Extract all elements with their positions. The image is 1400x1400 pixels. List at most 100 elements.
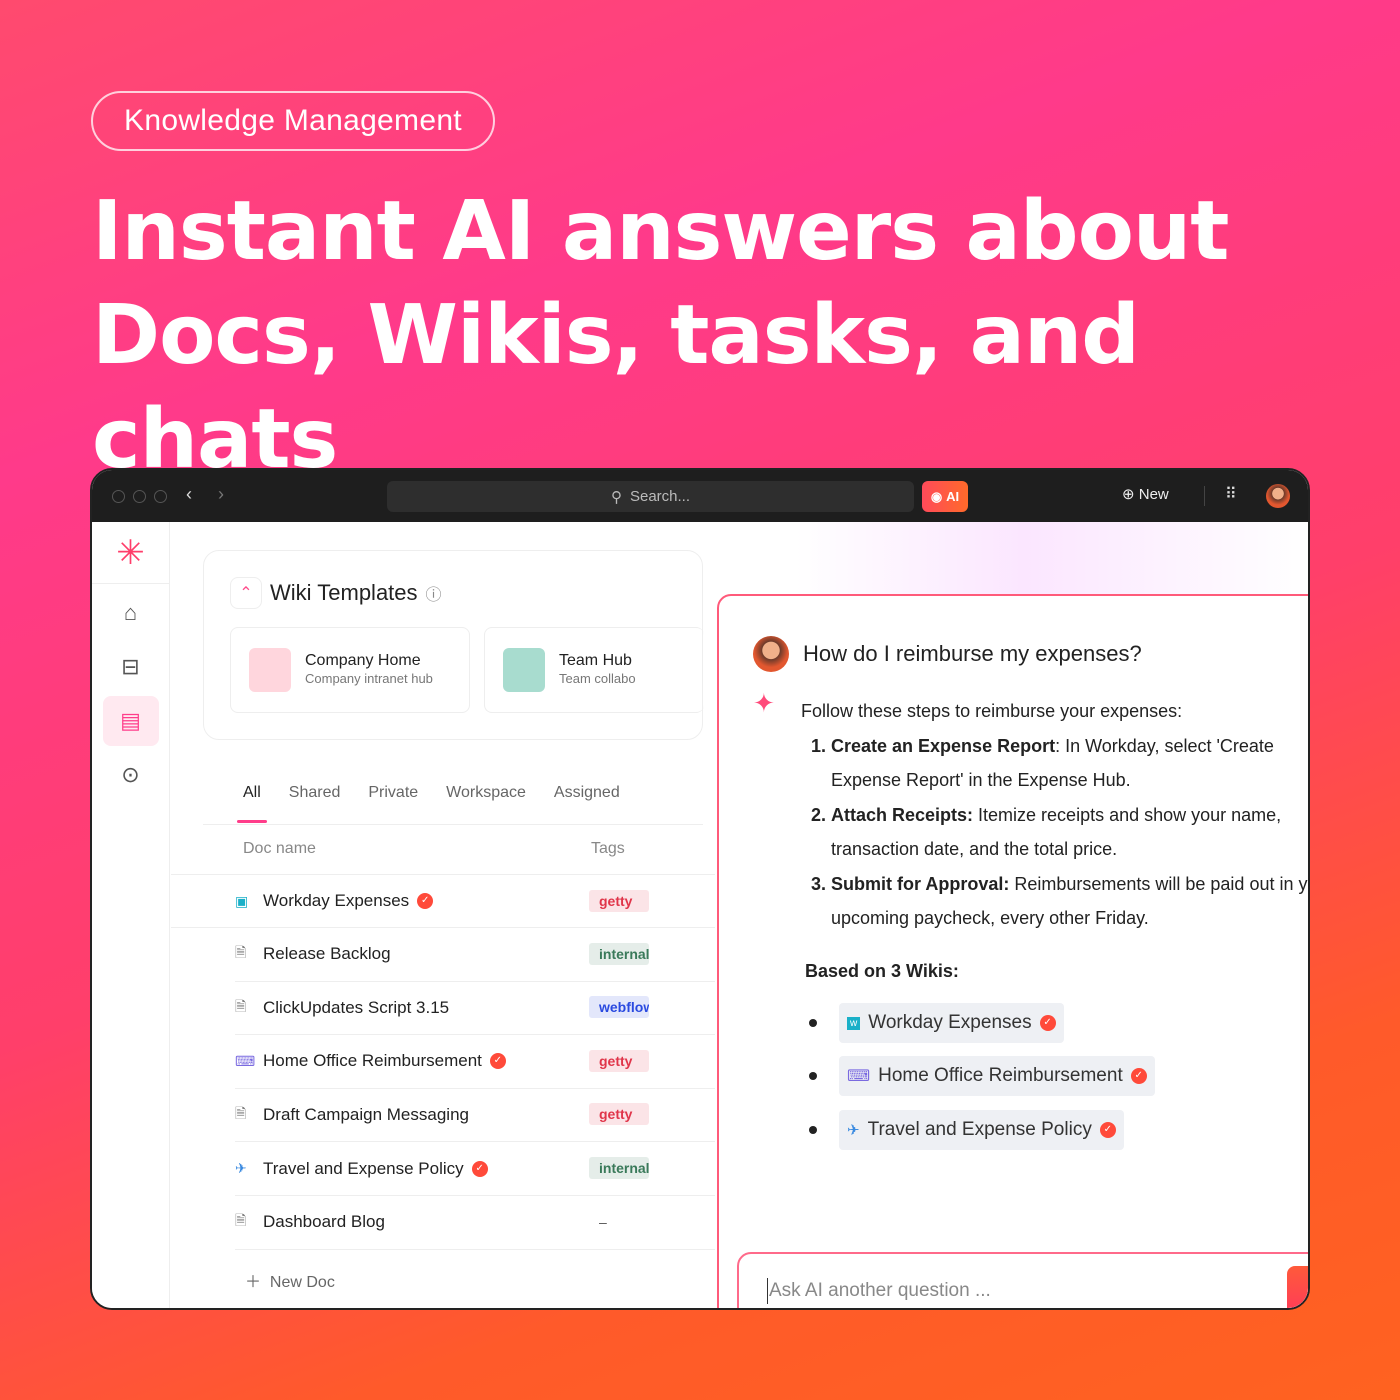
doc-icon: 🗎 [235,997,247,1014]
send-button[interactable]: ↑ [1287,1266,1309,1308]
back-icon[interactable]: ‹ [186,484,192,505]
doc-tag[interactable]: getty [589,1103,649,1126]
workday-icon: w [847,1016,861,1030]
doc-tag[interactable]: getty [589,1049,649,1072]
new-button[interactable]: ⊕ New [1122,485,1169,503]
ai-question: How do I reimburse my expenses? [803,641,1142,666]
doc-row[interactable]: 🗎 Dashboard Blog – [235,1196,715,1250]
workday-icon: ▣ [235,892,249,909]
search-input[interactable]: ⚲ Search... [387,481,914,512]
headline: Instant AI answers about Docs, Wikis, ta… [92,180,1400,492]
headline-line: Instant AI answers about [92,184,1230,279]
tab-shared[interactable]: Shared [289,784,341,802]
verified-icon: ✓ [471,1160,488,1177]
verified-icon: ✓ [1130,1068,1147,1084]
plane-icon: ✈ [847,1122,860,1139]
column-doc-name[interactable]: Doc name [243,840,316,858]
answer-step: Submit for Approval: Reimbursements will… [831,867,1308,936]
ai-label: AI [946,489,960,504]
answer-intro: Follow these steps to reimburse your exp… [801,701,1183,721]
plane-icon: ✈ [235,1160,247,1176]
input-placeholder: Ask AI another question ... [769,1280,991,1301]
verified-icon: ✓ [489,1053,506,1070]
home-icon[interactable]: ⌂ [103,588,159,638]
inbox-icon[interactable]: ⊟ [103,642,159,692]
tab-assigned[interactable]: Assigned [554,784,620,802]
source-item: w Workday Expenses ✓ [809,1003,1064,1043]
doc-row[interactable]: 🗎 Draft Campaign Messaging getty [235,1088,715,1143]
new-doc-button[interactable]: ＋ New Doc [245,1268,335,1292]
source-link[interactable]: w Workday Expenses ✓ [839,1003,1064,1043]
keyboard-icon: ⌨ [847,1068,871,1085]
clickup-logo-icon[interactable]: ✳ [92,522,169,584]
verified-icon: ✓ [417,893,434,909]
new-label: New [1138,486,1169,503]
sidebar: ✳ ⌂ ⊟ ▤ ⊙ [92,522,170,1308]
ai-button[interactable]: ◉ AI [922,481,968,512]
tab-workspace[interactable]: Workspace [446,784,526,802]
verified-icon: ✓ [1099,1122,1116,1138]
wiki-templates-card: ⌃ Wiki Templates ⓘ Company Home Company int… [203,550,704,740]
templates-title: Wiki Templates [270,580,418,605]
doc-row[interactable]: ✈ Travel and Expense Policy ✓ internal [235,1142,715,1196]
doc-row[interactable]: ▣ Workday Expenses ✓ getty [171,874,715,928]
doc-name: Workday Expenses [263,891,410,910]
doc-icon: 🗎 [235,1212,247,1229]
user-avatar [753,636,789,672]
info-icon[interactable]: ⓘ [426,581,442,605]
ai-icon: ◉ [930,488,943,504]
doc-row[interactable]: 🗎 Release Backlog internal [235,928,715,982]
app-window: ‹ › ⚲ Search... ◉ AI ⊕ New ⠿ ✳ ⌂ ⊟ ▤ ⊙ ⌃ Wi… [90,468,1310,1310]
doc-tag[interactable]: internal [589,942,649,965]
ai-answer: Follow these steps to reimburse your exp… [801,694,1308,936]
plus-icon: ＋ [245,1274,262,1291]
apps-grid-icon[interactable]: ⠿ [1225,484,1237,504]
doc-tag[interactable]: – [589,1211,649,1233]
source-item: ✈ Travel and Expense Policy ✓ [809,1110,1124,1150]
doc-row[interactable]: 🗎 ClickUpdates Script 3.15 webflow [235,981,715,1036]
docs-main: ⌃ Wiki Templates ⓘ Company Home Company int… [171,522,1308,1308]
docs-icon[interactable]: ▤ [102,696,159,746]
source-link[interactable]: ⌨ Home Office Reimbursement ✓ [839,1056,1155,1096]
column-tags[interactable]: Tags [591,840,625,858]
tab-all[interactable]: All [237,784,267,823]
company-home-thumbnail [249,648,291,692]
headline-line: Docs, Wikis, tasks, and chats [92,288,1140,487]
window-controls[interactable] [112,490,167,503]
doc-tag[interactable]: internal [589,1157,649,1179]
doc-tag[interactable]: webflow [589,996,649,1019]
template-desc: Team collabo [559,671,636,686]
title-bar: ‹ › ⚲ Search... ◉ AI ⊕ New ⠿ [92,470,1308,522]
doc-name: Release Backlog [263,944,391,964]
template-name: Team Hub [559,652,632,669]
arrow-up-icon: ↑ [1307,1278,1309,1304]
doc-name: Home Office Reimbursement [263,1051,482,1071]
keyboard-icon: ⌨ [235,1052,256,1069]
template-desc: Company intranet hub [305,671,433,686]
doc-name: Draft Campaign Messaging [263,1104,469,1124]
source-link[interactable]: ✈ Travel and Expense Policy ✓ [839,1110,1124,1150]
ai-sparkle-icon: ✦ [753,688,775,718]
tab-private[interactable]: Private [368,784,418,802]
search-icon: ⚲ [610,488,622,506]
forward-icon[interactable]: › [218,484,224,505]
doc-name: ClickUpdates Script 3.15 [263,997,450,1017]
doc-name: Dashboard Blog [263,1212,385,1232]
more-icon[interactable]: ⊙ [103,750,159,800]
verified-icon: ✓ [1039,1015,1056,1031]
doc-row[interactable]: ⌨ Home Office Reimbursement ✓ getty [235,1035,715,1089]
answer-step: Create an Expense Report: In Workday, se… [831,729,1308,798]
team-hub-thumbnail [503,648,545,692]
plus-circle-icon: ⊕ [1122,486,1135,503]
template-team-hub[interactable]: Team Hub Team collabo [484,627,704,713]
doc-tag[interactable]: getty [589,890,649,912]
category-badge: Knowledge Management [91,91,495,151]
template-company-home[interactable]: Company Home Company intranet hub [230,627,470,713]
ask-ai-input[interactable]: Ask AI another question ... ↑ [737,1252,1309,1308]
template-name: Company Home [305,652,421,669]
ai-answer-panel: How do I reimburse my expenses? ✦ Follow… [717,594,1309,1308]
user-avatar[interactable] [1266,484,1290,508]
source-item: ⌨ Home Office Reimbursement ✓ [809,1056,1155,1096]
sources-heading: Based on 3 Wikis: [805,961,959,981]
answer-step: Attach Receipts: Itemize receipts and sh… [831,798,1308,867]
